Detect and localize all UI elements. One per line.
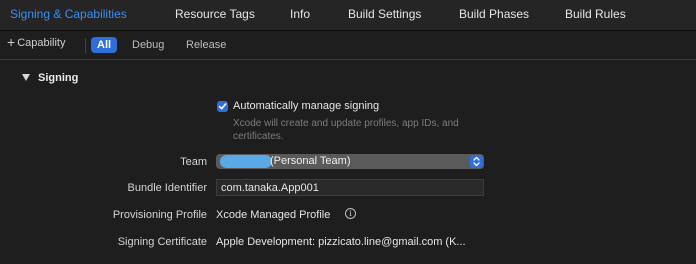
signing-section-title: Signing (38, 72, 79, 84)
tab-build-settings[interactable]: Build Settings (348, 7, 421, 21)
tab-signing-capabilities[interactable]: Signing & Capabilities (10, 7, 127, 21)
segment-debug[interactable]: Debug (126, 37, 170, 53)
tab-build-rules[interactable]: Build Rules (565, 7, 626, 21)
auto-manage-signing-hint: Xcode will create and update profiles, a… (233, 118, 459, 142)
redacted-team-name (220, 155, 272, 168)
signing-capabilities-pane: Signing & Capabilities Resource Tags Inf… (0, 0, 696, 264)
bundle-identifier-field[interactable]: com.tanaka.App001 (216, 179, 484, 196)
bundle-identifier-label: Bundle Identifier (127, 182, 208, 194)
tab-info[interactable]: Info (290, 7, 310, 21)
auto-manage-signing-label[interactable]: Automatically manage signing (233, 100, 379, 112)
editor-tab-bar: Signing & Capabilities Resource Tags Inf… (0, 0, 696, 31)
disclosure-triangle-down-icon[interactable] (22, 74, 30, 81)
tab-build-phases[interactable]: Build Phases (459, 7, 529, 21)
plus-icon: + (7, 34, 16, 50)
segment-all[interactable]: All (91, 37, 118, 53)
configuration-filter-bar: + Capability All Debug Release (0, 31, 696, 60)
add-capability-button[interactable]: + Capability (7, 34, 66, 50)
info-icon[interactable]: i (345, 208, 356, 219)
signing-certificate-value: Apple Development: pizzicato.line@gmail.… (216, 236, 466, 248)
tab-resource-tags[interactable]: Resource Tags (175, 7, 255, 21)
auto-manage-signing-checkbox[interactable] (217, 101, 228, 112)
team-popup-button[interactable]: (Personal Team) (216, 154, 484, 169)
bundle-identifier-value: com.tanaka.App001 (221, 182, 319, 194)
provisioning-profile-label: Provisioning Profile (112, 209, 207, 221)
signing-section-header[interactable]: Signing (22, 72, 78, 84)
add-capability-label: Capability (17, 37, 66, 49)
filter-divider (85, 38, 86, 53)
team-value: (Personal Team) (270, 155, 351, 167)
signing-certificate-label: Signing Certificate (117, 236, 207, 248)
provisioning-profile-value: Xcode Managed Profile (216, 209, 331, 221)
segment-release[interactable]: Release (180, 37, 232, 53)
checkmark-icon (218, 103, 227, 110)
popup-chevrons-icon (470, 155, 483, 168)
team-label: Team (180, 156, 207, 168)
